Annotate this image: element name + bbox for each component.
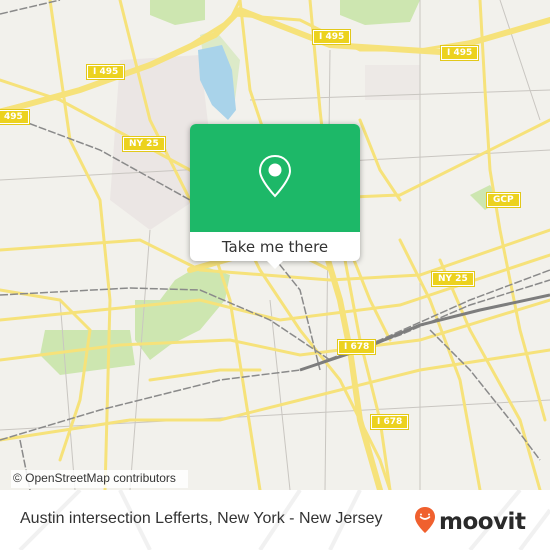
- highway-shield-i495-east: I 495: [439, 45, 480, 61]
- highway-shield-i678-north: I 678: [336, 339, 377, 355]
- rail-trunk: [299, 293, 550, 372]
- highway-shield-ny25-east: NY 25: [431, 271, 475, 287]
- moovit-wordmark: moovit: [439, 509, 526, 535]
- highway-shield-gcp: GCP: [486, 192, 521, 208]
- map-attribution[interactable]: © OpenStreetMap contributors: [11, 470, 188, 488]
- map-pin-icon: [255, 154, 295, 202]
- popup-tail: [267, 261, 283, 269]
- highway-shield-ny25-west: NY 25: [122, 136, 166, 152]
- highway-shield-i495-edge: 495: [0, 109, 30, 125]
- moovit-logo[interactable]: moovit: [414, 506, 526, 538]
- location-title: Austin intersection Lefferts, New York -…: [20, 510, 383, 527]
- take-me-there-button[interactable]: Take me there: [190, 232, 360, 261]
- destination-popup: Take me there: [190, 124, 360, 269]
- highway-shield-i678-south: I 678: [369, 414, 410, 430]
- highway-shield-i495-west: I 495: [85, 64, 126, 80]
- popup-header: [190, 124, 360, 232]
- highway-shield-i495-center: I 495: [311, 29, 352, 45]
- moovit-pin-icon: [414, 506, 436, 538]
